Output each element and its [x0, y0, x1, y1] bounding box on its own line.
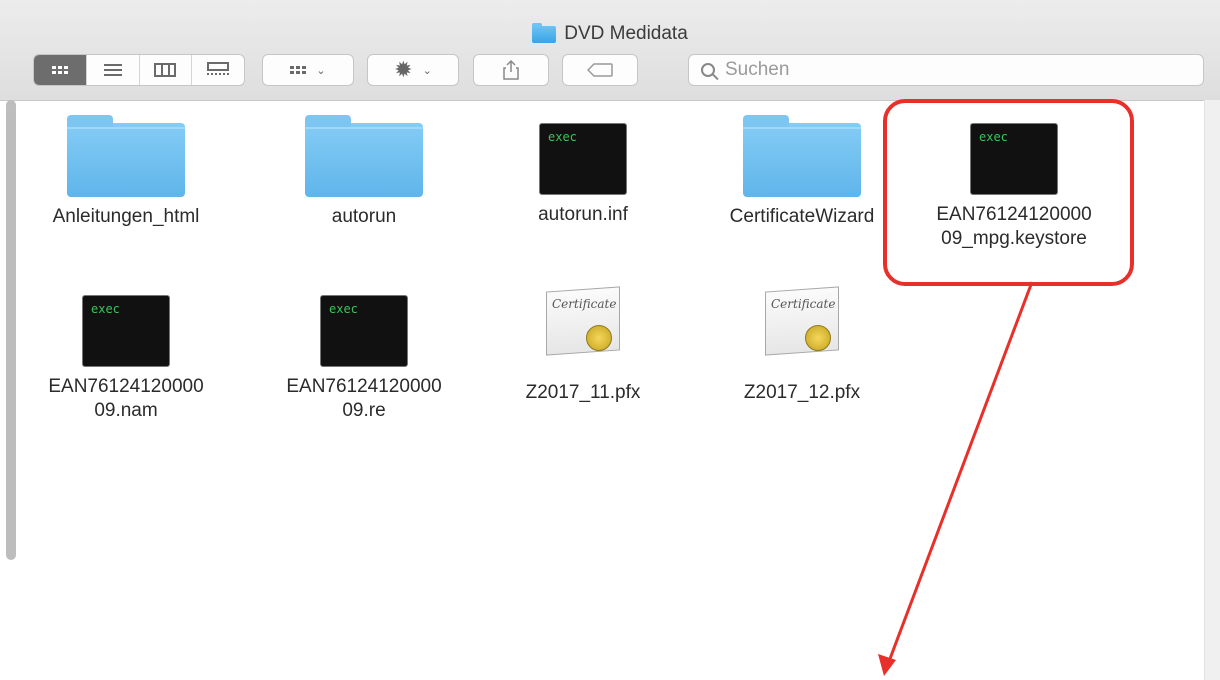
finder-window: DVD Medidata ⌄ ✹ ⌄ Suchen Anleitungen_ht… [0, 0, 1220, 680]
annotation-arrow [878, 281, 1034, 676]
